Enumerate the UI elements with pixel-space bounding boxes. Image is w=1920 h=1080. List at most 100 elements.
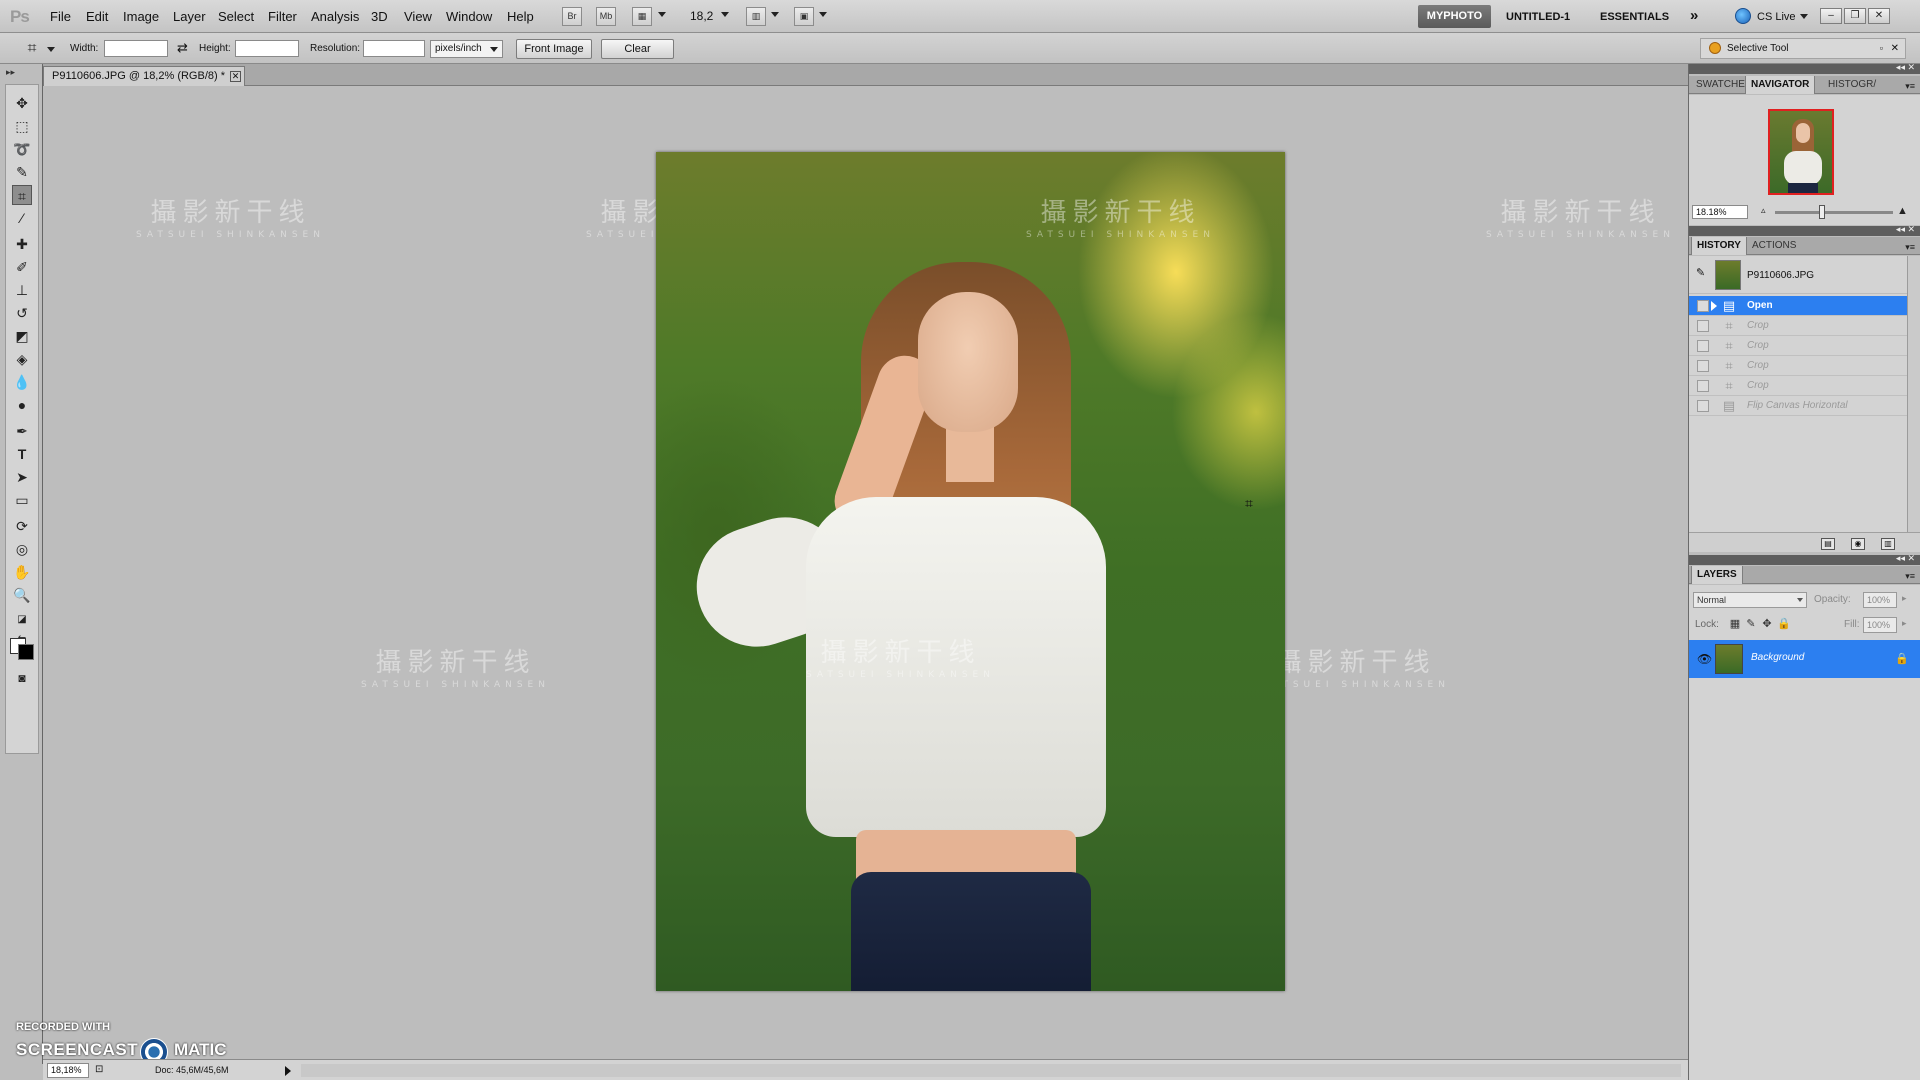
lock-position-icon[interactable]: ✥ bbox=[1761, 618, 1773, 630]
panel-close-icon[interactable]: ✕ bbox=[1891, 39, 1899, 58]
history-brush-tool-icon[interactable]: ↺ bbox=[12, 303, 32, 323]
spot-healing-tool-icon[interactable]: ✚ bbox=[12, 234, 32, 254]
workspace-more-icon[interactable]: » bbox=[1690, 7, 1698, 24]
history-brush-source-icon[interactable]: ✎ bbox=[1696, 266, 1705, 279]
status-menu-arrow-icon[interactable] bbox=[285, 1066, 291, 1076]
panel-menu-icon[interactable]: ▾≡ bbox=[1905, 242, 1915, 253]
tab-actions[interactable]: ACTIONS bbox=[1747, 237, 1801, 255]
menu-select[interactable]: Select bbox=[218, 9, 254, 24]
workspace-untitled-1[interactable]: UNTITLED-1 bbox=[1506, 11, 1570, 23]
history-checkbox[interactable] bbox=[1697, 380, 1709, 392]
navigator-slider-handle[interactable] bbox=[1819, 205, 1825, 219]
tab-navigator[interactable]: NAVIGATOR bbox=[1745, 76, 1816, 94]
navigator-zoom-slider[interactable] bbox=[1775, 211, 1893, 214]
minibridge-button[interactable]: Mb bbox=[596, 7, 616, 26]
rectangle-tool-icon[interactable]: ▭ bbox=[12, 490, 32, 510]
status-info-icon[interactable]: ⊡ bbox=[95, 1064, 103, 1075]
move-tool-icon[interactable]: ✥ bbox=[12, 93, 32, 113]
eyedropper-tool-icon[interactable]: ⁄ bbox=[12, 208, 32, 228]
zoom-tool-icon[interactable]: 🔍 bbox=[12, 585, 32, 605]
opacity-field[interactable]: 100% bbox=[1863, 592, 1897, 608]
tab-layers[interactable]: LAYERS bbox=[1691, 566, 1743, 584]
path-selection-tool-icon[interactable]: ➤ bbox=[12, 467, 32, 487]
menu-help[interactable]: Help bbox=[507, 9, 534, 24]
pen-tool-icon[interactable]: ✒ bbox=[12, 421, 32, 441]
horizontal-scrollbar[interactable] bbox=[301, 1064, 1681, 1077]
eye-visibility-icon[interactable]: 👁 bbox=[1697, 652, 1712, 666]
tool-preset-dropdown-icon[interactable] bbox=[47, 47, 55, 52]
menu-filter[interactable]: Filter bbox=[268, 9, 297, 24]
tab-swatches[interactable]: SWATCHE bbox=[1691, 76, 1750, 94]
brush-tool-icon[interactable]: ✐ bbox=[12, 257, 32, 277]
history-state-crop[interactable]: ⌗ Crop bbox=[1689, 316, 1907, 336]
hand-tool-icon[interactable]: ✋ bbox=[12, 562, 32, 582]
canvas-area[interactable]: 攝影新干线SATSUEI SHINKANSEN 攝影新干线SATSUEI SHI… bbox=[43, 86, 1688, 1059]
menu-3d[interactable]: 3D bbox=[371, 9, 388, 24]
snapshot-camera-icon[interactable]: ◉ bbox=[1851, 538, 1865, 550]
history-checkbox[interactable] bbox=[1697, 300, 1709, 312]
resolution-unit-select[interactable]: pixels/inch bbox=[430, 40, 503, 58]
toolbox-collapse-icon[interactable]: ▸▸ bbox=[6, 67, 15, 78]
navigator-thumbnail[interactable] bbox=[1768, 109, 1834, 195]
screen-mode-dropdown-icon[interactable] bbox=[819, 12, 827, 17]
clone-stamp-tool-icon[interactable]: ⊥ bbox=[12, 280, 32, 300]
history-checkbox[interactable] bbox=[1697, 400, 1709, 412]
menu-layer[interactable]: Layer bbox=[173, 9, 206, 24]
dodge-tool-icon[interactable]: ● bbox=[12, 395, 32, 415]
history-checkbox[interactable] bbox=[1697, 340, 1709, 352]
arrange-documents-button[interactable]: ▥ bbox=[746, 7, 766, 26]
eraser-tool-icon[interactable]: ◩ bbox=[12, 326, 32, 346]
document-canvas-photo[interactable]: 攝影新干线 SATSUEI SHINKANSEN 攝影新干线 SATSUEI SHI… bbox=[656, 152, 1285, 991]
close-button[interactable]: ✕ bbox=[1868, 8, 1890, 24]
history-scrollbar[interactable] bbox=[1907, 256, 1920, 546]
default-colors-icon[interactable]: ◪ ⇆ bbox=[12, 610, 32, 645]
panel-menu-icon[interactable]: ▾≡ bbox=[1905, 571, 1915, 582]
panel-collapse-icon[interactable]: ◂◂ ✕ bbox=[1896, 553, 1915, 564]
menu-analysis[interactable]: Analysis bbox=[311, 9, 359, 24]
3d-rotate-tool-icon[interactable]: ⟳ bbox=[12, 516, 32, 536]
view-extras-button[interactable]: ▦ bbox=[632, 7, 652, 26]
resolution-input[interactable] bbox=[363, 40, 425, 57]
history-state-open[interactable]: ▤ Open bbox=[1689, 296, 1907, 316]
menu-edit[interactable]: Edit bbox=[86, 9, 108, 24]
crop-tool-preset-icon[interactable]: ⌗ bbox=[22, 39, 42, 59]
menu-image[interactable]: Image bbox=[123, 9, 159, 24]
arrange-dropdown-icon[interactable] bbox=[771, 12, 779, 17]
screen-mode-button[interactable]: ▣ bbox=[794, 7, 814, 26]
history-state-crop[interactable]: ⌗ Crop bbox=[1689, 336, 1907, 356]
tab-history[interactable]: HISTORY bbox=[1691, 237, 1747, 255]
history-state-flip-canvas[interactable]: ▤ Flip Canvas Horizontal bbox=[1689, 396, 1907, 416]
panel-menu-icon[interactable]: ▾≡ bbox=[1905, 81, 1915, 92]
minimize-button[interactable]: – bbox=[1820, 8, 1842, 24]
panel-group-header[interactable]: ◂◂ ✕ bbox=[1689, 62, 1920, 74]
front-image-button[interactable]: Front Image bbox=[516, 39, 592, 59]
width-input[interactable] bbox=[104, 40, 168, 57]
marquee-tool-icon[interactable]: ⬚ bbox=[12, 116, 32, 136]
history-state-crop[interactable]: ⌗ Crop bbox=[1689, 376, 1907, 396]
3d-orbit-tool-icon[interactable]: ◎ bbox=[12, 539, 32, 559]
paint-bucket-tool-icon[interactable]: ◈ bbox=[12, 349, 32, 369]
opacity-arrow-icon[interactable]: ▸ bbox=[1902, 593, 1907, 604]
quick-mask-icon[interactable]: ◙ bbox=[12, 668, 32, 688]
document-tab[interactable]: P9110606.JPG @ 18,2% (RGB/8) * ✕ bbox=[43, 66, 245, 86]
lasso-tool-icon[interactable]: ➰ bbox=[12, 139, 32, 159]
fill-arrow-icon[interactable]: ▸ bbox=[1902, 618, 1907, 629]
tab-histogram[interactable]: HISTOGR/ bbox=[1823, 76, 1881, 94]
trash-icon[interactable]: ▥ bbox=[1881, 538, 1895, 550]
workspace-myphoto[interactable]: MYPHOTO bbox=[1418, 5, 1491, 28]
fill-field[interactable]: 100% bbox=[1863, 617, 1897, 633]
panel-collapse-icon[interactable]: ◂◂ ✕ bbox=[1896, 62, 1915, 73]
foreground-color-swatch[interactable] bbox=[18, 644, 34, 660]
lock-transparent-icon[interactable]: ▦ bbox=[1729, 618, 1741, 630]
history-state-crop[interactable]: ⌗ Crop bbox=[1689, 356, 1907, 376]
workspace-essentials[interactable]: ESSENTIALS bbox=[1600, 11, 1669, 23]
panel-collapse-icon[interactable]: ◂◂ ✕ bbox=[1896, 224, 1915, 235]
navigator-zoom-field[interactable]: 18.18% bbox=[1692, 205, 1748, 219]
panel-minimize-icon[interactable]: ▫ bbox=[1880, 39, 1883, 58]
cs-live-dropdown-icon[interactable] bbox=[1800, 14, 1808, 19]
bridge-button[interactable]: Br bbox=[562, 7, 582, 26]
cs-live-menu[interactable]: CS Live bbox=[1757, 11, 1796, 23]
panel-group-header[interactable]: ◂◂ ✕ bbox=[1689, 553, 1920, 565]
status-zoom-field[interactable]: 18,18% bbox=[47, 1063, 89, 1078]
restore-button[interactable]: ❐ bbox=[1844, 8, 1866, 24]
